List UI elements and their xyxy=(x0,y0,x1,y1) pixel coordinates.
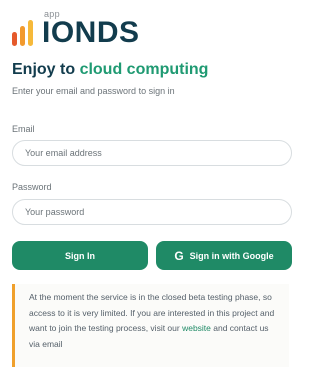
google-sign-in-label: Sign in with Google xyxy=(189,250,274,261)
logo-bar xyxy=(12,32,17,46)
website-link[interactable]: website xyxy=(182,323,211,333)
google-sign-in-button[interactable]: G Sign in with Google xyxy=(156,241,292,270)
logo-bars-icon xyxy=(12,20,38,46)
page-title: Enjoy to cloud computing xyxy=(12,61,208,79)
page-title-accent: cloud computing xyxy=(79,61,209,78)
logo-name: IONDS xyxy=(42,16,140,49)
sign-in-button[interactable]: Sign In xyxy=(12,241,148,270)
page-title-prefix: Enjoy to xyxy=(12,61,76,78)
email-label: Email xyxy=(12,124,35,134)
password-field[interactable] xyxy=(12,199,292,225)
page-subtitle: Enter your email and password to sign in xyxy=(12,86,175,96)
beta-notice: At the moment the service is in the clos… xyxy=(12,284,289,367)
google-icon: G xyxy=(174,248,184,263)
logo-bar xyxy=(20,26,25,46)
logo-bar xyxy=(28,20,33,46)
sign-in-button-label: Sign In xyxy=(65,250,95,261)
email-field[interactable] xyxy=(12,140,292,166)
password-label: Password xyxy=(12,182,52,192)
